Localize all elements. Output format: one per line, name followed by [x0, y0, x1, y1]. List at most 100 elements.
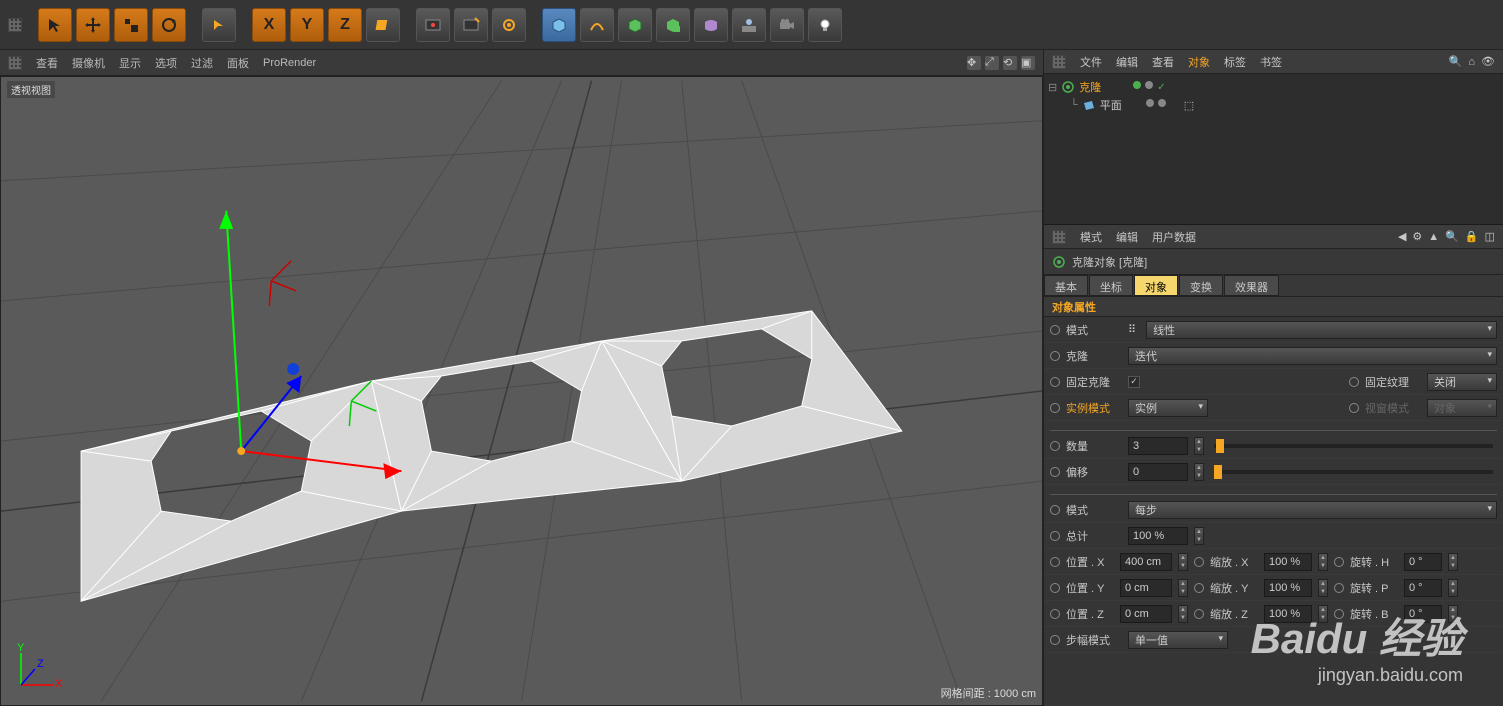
- spinner[interactable]: ▲▼: [1448, 553, 1458, 571]
- tool-rotate[interactable]: [152, 8, 186, 42]
- spinner[interactable]: ▲▼: [1178, 605, 1188, 623]
- spinner-total[interactable]: ▲▼: [1194, 527, 1204, 545]
- expand-icon[interactable]: ⊟: [1048, 81, 1057, 94]
- enable-check-icon[interactable]: [1157, 81, 1169, 93]
- vp-menu-options[interactable]: 选项: [155, 55, 177, 71]
- anim-toggle[interactable]: [1334, 557, 1344, 567]
- tab-transform[interactable]: 变换: [1179, 275, 1223, 296]
- slider-count[interactable]: [1214, 444, 1493, 448]
- om-menu-bookmarks[interactable]: 书签: [1260, 54, 1282, 70]
- attr-menu-userdata[interactable]: 用户数据: [1152, 229, 1196, 245]
- new-window-icon[interactable]: ◫: [1485, 230, 1495, 243]
- input-roth[interactable]: [1404, 553, 1442, 571]
- anim-toggle[interactable]: [1050, 635, 1060, 645]
- visibility-dot[interactable]: [1133, 81, 1141, 89]
- anim-toggle[interactable]: [1050, 557, 1060, 567]
- vp-nav-zoom-icon[interactable]: ⤢: [985, 56, 999, 70]
- add-spline[interactable]: [580, 8, 614, 42]
- anim-toggle[interactable]: [1050, 467, 1060, 477]
- spinner[interactable]: ▲▼: [1318, 579, 1328, 597]
- vp-menu-view[interactable]: 查看: [36, 55, 58, 71]
- axis-z-toggle[interactable]: Z: [328, 8, 362, 42]
- add-camera[interactable]: [770, 8, 804, 42]
- input-total[interactable]: [1128, 527, 1188, 545]
- tab-coord[interactable]: 坐标: [1089, 275, 1133, 296]
- add-generator[interactable]: [618, 8, 652, 42]
- om-menu-file[interactable]: 文件: [1080, 54, 1102, 70]
- input-posy[interactable]: [1120, 579, 1172, 597]
- nav-gear-icon[interactable]: ⚙: [1412, 230, 1422, 243]
- input-rotb[interactable]: [1404, 605, 1442, 623]
- vp-menu-filter[interactable]: 过滤: [191, 55, 213, 71]
- tool-lastused[interactable]: [202, 8, 236, 42]
- tree-row-cloner[interactable]: ⊟ 克隆: [1048, 78, 1499, 96]
- input-posx[interactable]: [1120, 553, 1172, 571]
- add-deformer[interactable]: [694, 8, 728, 42]
- input-posz[interactable]: [1120, 605, 1172, 623]
- input-offset[interactable]: [1128, 463, 1188, 481]
- tool-move[interactable]: [76, 8, 110, 42]
- add-generator2[interactable]: [656, 8, 690, 42]
- anim-toggle[interactable]: [1050, 609, 1060, 619]
- tab-basic[interactable]: 基本: [1044, 275, 1088, 296]
- dropdown-stepmode[interactable]: 单一值: [1128, 631, 1228, 649]
- dropdown-fixtex[interactable]: 关闭: [1427, 373, 1497, 391]
- axis-x-toggle[interactable]: X: [252, 8, 286, 42]
- vp-menu-panel[interactable]: 面板: [227, 55, 249, 71]
- home-icon[interactable]: ⌂: [1468, 56, 1475, 68]
- dropdown-mode2[interactable]: 每步: [1128, 501, 1497, 519]
- tool-coord-system[interactable]: [366, 8, 400, 42]
- nav-back-icon[interactable]: ◀: [1398, 230, 1406, 243]
- om-menu-view[interactable]: 查看: [1152, 54, 1174, 70]
- anim-toggle[interactable]: [1050, 403, 1060, 413]
- tool-scale[interactable]: [114, 8, 148, 42]
- render-dot[interactable]: [1158, 99, 1166, 107]
- spinner[interactable]: ▲▼: [1318, 605, 1328, 623]
- anim-toggle[interactable]: [1050, 351, 1060, 361]
- vp-nav-max-icon[interactable]: ▣: [1021, 56, 1035, 70]
- vp-menu-prorender[interactable]: ProRender: [263, 57, 316, 69]
- slider-offset[interactable]: [1214, 470, 1493, 474]
- anim-toggle[interactable]: [1050, 325, 1060, 335]
- dropdown-instmode[interactable]: 实例: [1128, 399, 1208, 417]
- eye-icon[interactable]: 👁: [1481, 55, 1495, 68]
- spinner-offset[interactable]: ▲▼: [1194, 463, 1204, 481]
- add-light[interactable]: [808, 8, 842, 42]
- om-menu-tags[interactable]: 标签: [1224, 54, 1246, 70]
- spinner[interactable]: ▲▼: [1448, 605, 1458, 623]
- anim-toggle[interactable]: [1050, 531, 1060, 541]
- spinner[interactable]: ▲▼: [1318, 553, 1328, 571]
- render-pv[interactable]: [454, 8, 488, 42]
- input-rotp[interactable]: [1404, 579, 1442, 597]
- anim-toggle[interactable]: [1194, 583, 1204, 593]
- vp-menu-camera[interactable]: 摄像机: [72, 55, 105, 71]
- anim-toggle[interactable]: [1050, 441, 1060, 451]
- search-icon[interactable]: 🔍: [1449, 55, 1463, 68]
- render-view[interactable]: [416, 8, 450, 42]
- anim-toggle[interactable]: [1334, 609, 1344, 619]
- spinner[interactable]: ▲▼: [1178, 553, 1188, 571]
- attr-menu-mode[interactable]: 模式: [1080, 229, 1102, 245]
- input-scalex[interactable]: [1264, 553, 1312, 571]
- om-menu-object[interactable]: 对象: [1188, 54, 1210, 70]
- vp-nav-move-icon[interactable]: ✥: [967, 56, 981, 70]
- add-environment[interactable]: [732, 8, 766, 42]
- tool-select[interactable]: [38, 8, 72, 42]
- input-scalez[interactable]: [1264, 605, 1312, 623]
- anim-toggle[interactable]: [1194, 557, 1204, 567]
- spinner[interactable]: ▲▼: [1178, 579, 1188, 597]
- vp-menu-display[interactable]: 显示: [119, 55, 141, 71]
- add-cube[interactable]: [542, 8, 576, 42]
- checkbox-fixclone[interactable]: [1128, 376, 1140, 388]
- anim-toggle[interactable]: [1050, 377, 1060, 387]
- anim-toggle[interactable]: [1334, 583, 1344, 593]
- anim-toggle[interactable]: [1349, 377, 1359, 387]
- spinner-count[interactable]: ▲▼: [1194, 437, 1204, 455]
- vp-nav-rotate-icon[interactable]: ⟲: [1003, 56, 1017, 70]
- tree-label[interactable]: 平面: [1100, 97, 1122, 113]
- lock-icon[interactable]: 🔒: [1465, 230, 1479, 243]
- tab-object[interactable]: 对象: [1134, 275, 1178, 296]
- render-settings[interactable]: [492, 8, 526, 42]
- object-tree[interactable]: ⊟ 克隆 └ 平面: [1044, 74, 1503, 224]
- input-count[interactable]: [1128, 437, 1188, 455]
